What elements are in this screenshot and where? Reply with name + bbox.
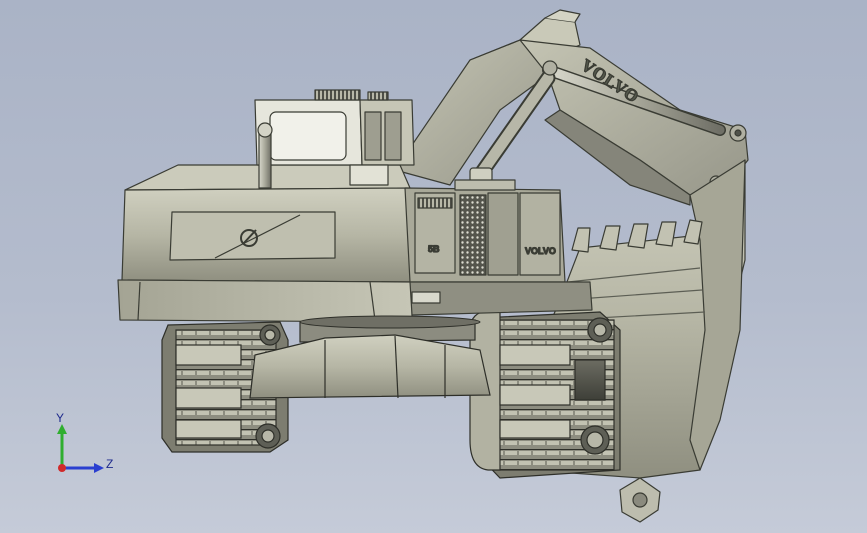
logo-panel: [169, 211, 336, 261]
right-track[interactable]: [469, 309, 621, 479]
engine-grill-icon: [459, 194, 487, 276]
swing-ring: [299, 315, 481, 329]
access-step: [411, 291, 441, 304]
x-axis-icon: [58, 464, 66, 472]
engine-vent-icon: [417, 197, 453, 209]
boom[interactable]: VOLVO: [394, 9, 749, 206]
z-axis-label: Z: [106, 457, 113, 471]
axis-triad: Y Z: [56, 411, 113, 473]
cab-window: [269, 111, 347, 161]
exhaust-pipe: [257, 122, 273, 189]
body-model-text: 5B: [428, 244, 440, 254]
y-axis-label: Y: [56, 411, 64, 425]
body-brand-text: VOLVO: [525, 246, 556, 256]
undercarriage-frame: [249, 319, 491, 399]
cad-3d-viewport[interactable]: VOLVO 5B VOLVO Y Z: [0, 0, 867, 533]
excavator-model[interactable]: VOLVO 5B VOLVO: [0, 0, 867, 533]
